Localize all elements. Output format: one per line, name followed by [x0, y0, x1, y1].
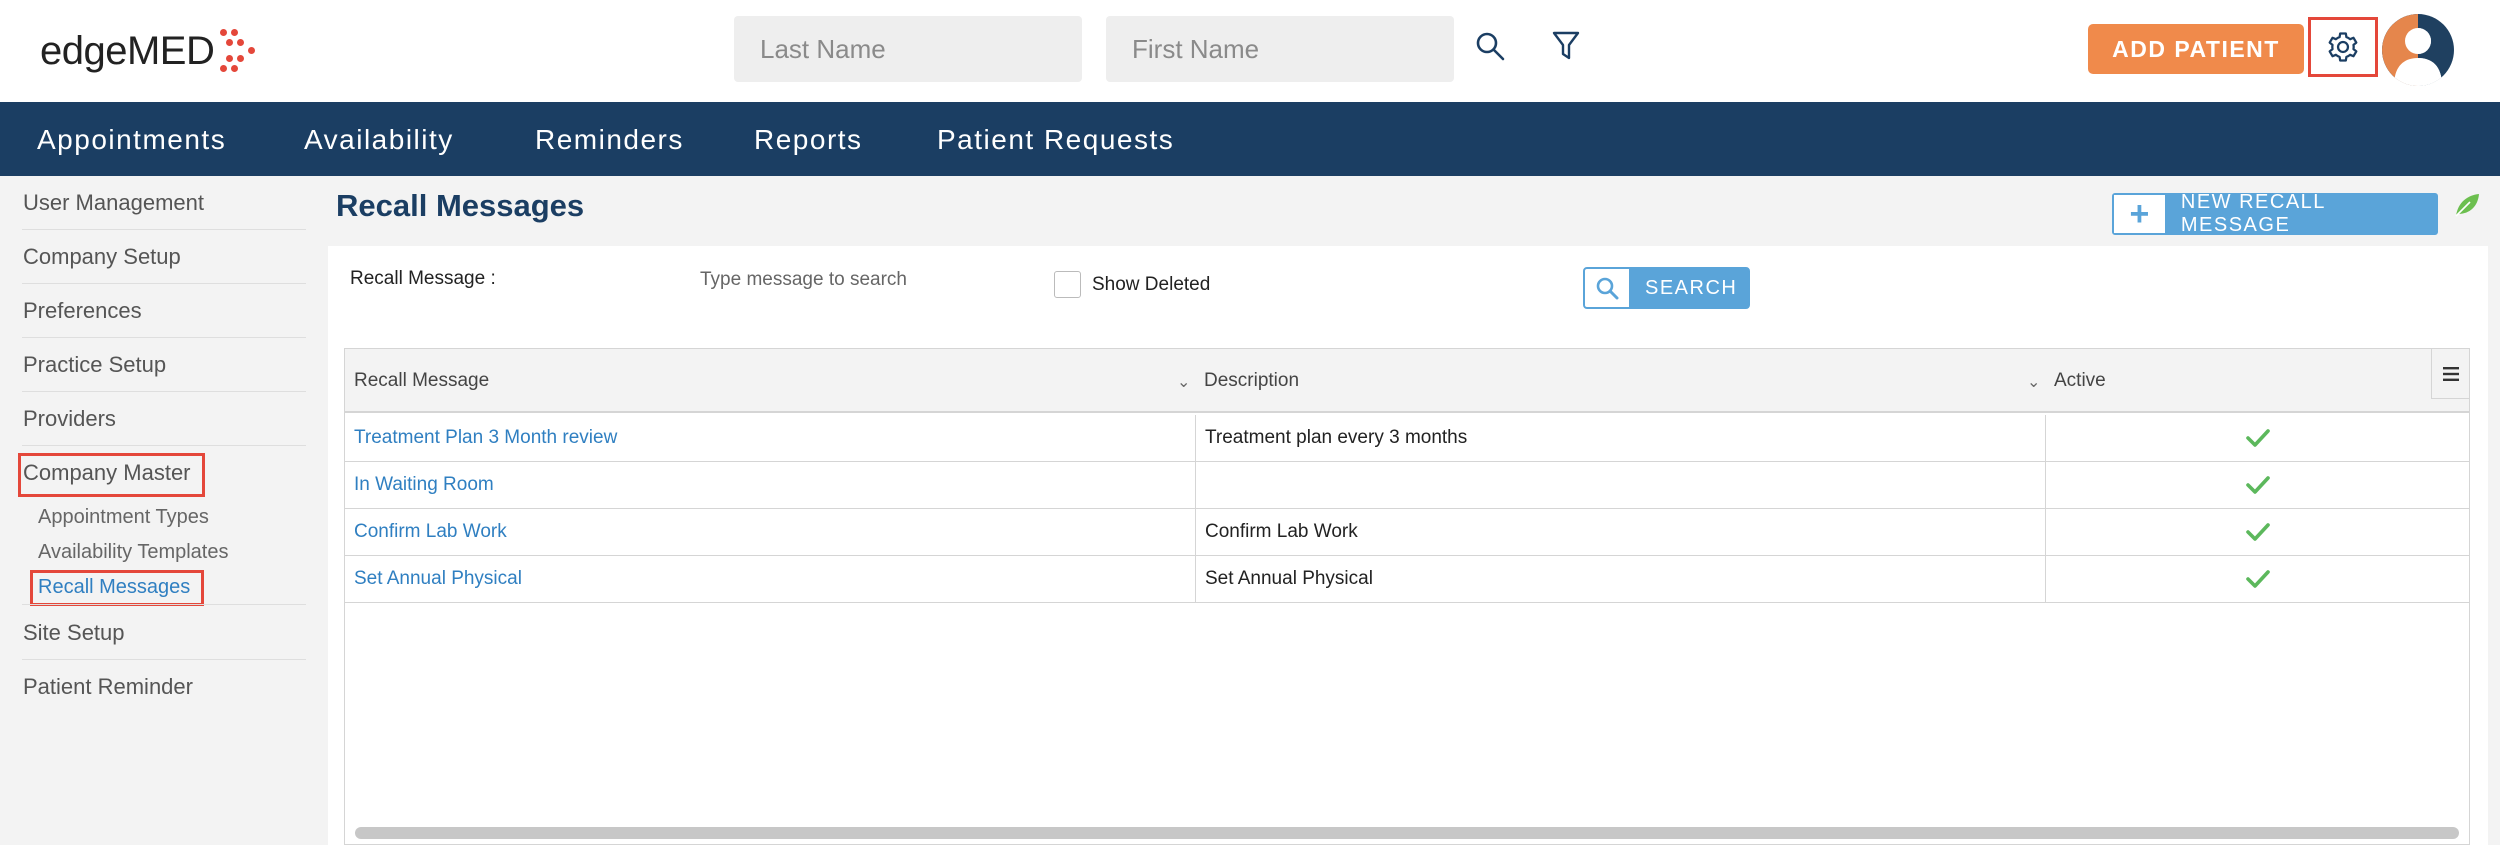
new-recall-message-button[interactable]: + NEW RECALL MESSAGE	[2112, 191, 2438, 236]
sidebar-item-user-management[interactable]: User Management	[22, 176, 306, 230]
table-row: Set Annual Physical Set Annual Physical	[345, 556, 2469, 603]
sidebar-item-practice-setup[interactable]: Practice Setup	[22, 338, 306, 392]
sidebar-item-label: Site Setup	[23, 620, 125, 645]
column-header-recall-message[interactable]: Recall Message ⌄	[345, 349, 1195, 413]
column-header-label: Active	[2054, 370, 2106, 391]
show-deleted-checkbox[interactable]	[1054, 271, 1081, 298]
sidebar-item-providers[interactable]: Providers	[22, 392, 306, 446]
show-deleted-label: Show Deleted	[1092, 274, 1211, 295]
highlight-company-master	[18, 453, 205, 497]
sidebar-item-label: User Management	[23, 190, 204, 215]
logo-dots-icon	[216, 27, 260, 75]
sidebar-subitem-appointment-types[interactable]: Appointment Types	[38, 506, 209, 529]
recall-message-search-input[interactable]	[700, 264, 1000, 296]
nav-patient-requests[interactable]: Patient Requests	[937, 124, 1174, 156]
description-cell: Set Annual Physical	[1195, 556, 2045, 602]
search-button-label: SEARCH	[1645, 276, 1738, 299]
active-cell	[2045, 556, 2469, 602]
active-cell	[2045, 509, 2469, 555]
search-icon[interactable]	[1470, 26, 1510, 66]
add-patient-button[interactable]: ADD PATIENT	[2088, 24, 2304, 74]
first-name-input[interactable]	[1106, 16, 1454, 82]
leaf-icon	[2452, 190, 2482, 220]
column-menu-button[interactable]	[2431, 349, 2469, 399]
grid-header: Recall Message ⌄ Description ⌄ Active	[345, 349, 2469, 413]
checkmark-icon	[2245, 523, 2270, 541]
nav-reminders[interactable]: Reminders	[535, 124, 684, 156]
sidebar-divider	[22, 604, 306, 605]
sidebar-item-label: Company Setup	[23, 244, 181, 269]
table-row: In Waiting Room	[345, 462, 2469, 509]
search-icon	[1585, 269, 1629, 307]
chevron-down-icon[interactable]: ⌄	[1177, 351, 1190, 415]
nav-availability[interactable]: Availability	[304, 124, 454, 156]
table-row: Confirm Lab Work Confirm Lab Work	[345, 509, 2469, 556]
description-cell: Treatment plan every 3 months	[1195, 415, 2045, 461]
checkmark-icon	[2245, 429, 2270, 447]
filter-icon[interactable]	[1546, 26, 1586, 66]
settings-button[interactable]	[2308, 17, 2378, 77]
nav-reports[interactable]: Reports	[754, 124, 863, 156]
sidebar-item-company-setup[interactable]: Company Setup	[22, 230, 306, 284]
sidebar-item-preferences[interactable]: Preferences	[22, 284, 306, 338]
recall-message-link[interactable]: Treatment Plan 3 Month review	[345, 415, 1195, 461]
column-header-label: Recall Message	[354, 370, 490, 391]
sidebar-subitem-availability-templates[interactable]: Availability Templates	[38, 541, 228, 564]
new-recall-message-label: NEW RECALL MESSAGE	[2180, 191, 2326, 236]
sidebar-item-label: Practice Setup	[23, 352, 167, 377]
sidebar-item-label: Patient Reminder	[23, 674, 193, 699]
logo-text: edgeMED	[40, 28, 215, 73]
active-cell	[2045, 415, 2469, 461]
nav-appointments[interactable]: Appointments	[37, 124, 226, 156]
sidebar-item-label: Preferences	[23, 298, 142, 323]
recall-message-link[interactable]: Set Annual Physical	[345, 556, 1195, 602]
top-header: edgeMED ADD PATIENT	[0, 0, 2500, 102]
main-navbar: Appointments Availability Reminders Repo…	[0, 102, 2500, 176]
chevron-down-icon[interactable]: ⌄	[2027, 351, 2040, 415]
description-cell	[1195, 462, 2045, 508]
description-cell: Confirm Lab Work	[1195, 509, 2045, 555]
plus-icon: +	[2114, 195, 2165, 233]
hamburger-icon	[2442, 366, 2459, 381]
page-title: Recall Messages	[336, 188, 585, 223]
search-button[interactable]: SEARCH	[1583, 267, 1750, 309]
highlight-recall-messages	[30, 570, 204, 606]
sidebar-item-site-setup[interactable]: Site Setup	[22, 606, 306, 660]
recall-messages-grid: Recall Message ⌄ Description ⌄ Active Tr…	[344, 348, 2470, 845]
column-header-description[interactable]: Description ⌄	[1195, 349, 2045, 413]
recall-message-link[interactable]: Confirm Lab Work	[345, 509, 1195, 555]
recall-message-link[interactable]: In Waiting Room	[345, 462, 1195, 508]
checkmark-icon	[2245, 570, 2270, 588]
column-header-label: Description	[1204, 370, 1300, 391]
settings-sidebar: User Management Company Setup Preference…	[0, 176, 318, 845]
active-cell	[2045, 462, 2469, 508]
gear-icon	[2328, 32, 2358, 62]
table-row: Treatment Plan 3 Month review Treatment …	[345, 415, 2469, 462]
last-name-input[interactable]	[734, 16, 1082, 82]
checkmark-icon	[2245, 476, 2270, 494]
sidebar-item-patient-reminder[interactable]: Patient Reminder	[22, 660, 306, 714]
horizontal-scrollbar[interactable]	[355, 827, 2459, 839]
recall-message-filter-label: Recall Message :	[350, 268, 496, 289]
sidebar-item-label: Providers	[23, 406, 116, 431]
user-avatar[interactable]	[2382, 14, 2454, 86]
column-header-active[interactable]: Active	[2045, 349, 2431, 413]
edgemed-logo[interactable]: edgeMED	[40, 26, 260, 76]
